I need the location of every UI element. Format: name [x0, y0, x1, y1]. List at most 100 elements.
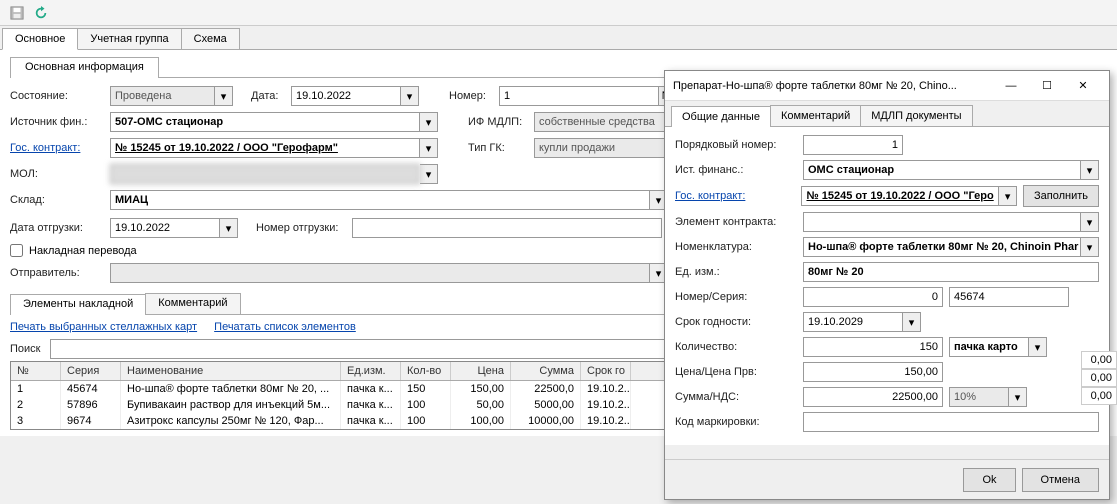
number-input[interactable]: 1 — [499, 86, 659, 106]
peek-cell: 0,00 — [1081, 351, 1117, 369]
nomen-input[interactable]: Но-шпа® форте таблетки 80мг № 20, Chinoi… — [803, 237, 1081, 257]
nomen-dropdown-icon[interactable]: ▾ — [1081, 237, 1099, 257]
minimize-icon[interactable]: — — [993, 74, 1029, 98]
refresh-icon[interactable] — [32, 4, 50, 22]
dialog-title: Препарат-Но-шпа® форте таблетки 80мг № 2… — [673, 80, 993, 92]
state-dropdown-icon[interactable]: ▾ — [215, 86, 233, 106]
shipdate-input[interactable]: 19.10.2022 — [110, 218, 220, 238]
col-series[interactable]: Серия — [61, 362, 121, 380]
cancel-button[interactable]: Отмена — [1022, 468, 1099, 492]
shipno-input[interactable] — [352, 218, 662, 238]
sklad-input[interactable]: МИАЦ — [110, 190, 650, 210]
shipno-label: Номер отгрузки: — [256, 222, 352, 234]
tipgk-label: Тип ГК: — [468, 142, 534, 154]
ser-input[interactable]: 45674 — [949, 287, 1069, 307]
contract-dropdown-icon[interactable]: ▾ — [420, 138, 438, 158]
top-toolbar — [0, 0, 1117, 26]
maximize-icon[interactable]: ☐ — [1029, 74, 1065, 98]
dlg-tab-mdlp[interactable]: МДЛП документы — [860, 105, 972, 126]
qty-unit-dropdown-icon[interactable]: ▾ — [1029, 337, 1047, 357]
numser-label: Номер/Серия: — [675, 291, 803, 303]
expiry-label: Срок годности: — [675, 316, 803, 328]
qty-unit-input[interactable]: пачка карто — [949, 337, 1029, 357]
col-price[interactable]: Цена — [451, 362, 511, 380]
close-icon[interactable]: ✕ — [1065, 74, 1101, 98]
col-no[interactable]: № — [11, 362, 61, 380]
tab-group[interactable]: Учетная группа — [77, 28, 181, 49]
ord-input[interactable]: 1 — [803, 135, 903, 155]
mdlp-label: ИФ МДЛП: — [468, 116, 534, 128]
unit-label: Ед. изм.: — [675, 266, 803, 278]
state-label: Состояние: — [10, 90, 110, 102]
celem-input[interactable] — [803, 212, 1081, 232]
mark-input[interactable] — [803, 412, 1099, 432]
qty-label: Количество: — [675, 341, 803, 353]
unit-input[interactable]: 80мг № 20 — [803, 262, 1099, 282]
ord-label: Порядковый номер: — [675, 139, 803, 151]
transfer-checkbox[interactable] — [10, 244, 23, 257]
expiry-picker-icon[interactable]: ▾ — [903, 312, 921, 332]
peek-cell: 0,00 — [1081, 369, 1117, 387]
fin-label: Источник фин.: — [10, 116, 110, 128]
contract-input[interactable]: № 15245 от 19.10.2022 / ООО "Герофарм" — [110, 138, 420, 158]
nomen-label: Номенклатура: — [675, 241, 803, 253]
dfin-dropdown-icon[interactable]: ▾ — [1081, 160, 1099, 180]
tab-comment[interactable]: Комментарий — [145, 293, 240, 314]
transfer-label: Накладная перевода — [29, 245, 137, 257]
dfin-label: Ист. финанс.: — [675, 164, 803, 176]
ok-button[interactable]: Ok — [963, 468, 1015, 492]
main-tabs: Основное Учетная группа Схема — [0, 26, 1117, 50]
tab-basic[interactable]: Основное — [2, 28, 78, 50]
qty-input[interactable]: 150 — [803, 337, 943, 357]
contract-label-link[interactable]: Гос. контракт: — [10, 142, 110, 154]
col-name[interactable]: Наименование — [121, 362, 341, 380]
shipdate-picker-icon[interactable]: ▾ — [220, 218, 238, 238]
col-qty[interactable]: Кол-во — [401, 362, 451, 380]
mol-label: МОЛ: — [10, 168, 110, 180]
sum-input[interactable]: 22500,00 — [803, 387, 943, 407]
num-input[interactable]: 0 — [803, 287, 943, 307]
fill-button[interactable]: Заполнить — [1023, 185, 1099, 207]
date-label: Дата: — [251, 90, 291, 102]
dlg-tab-comment[interactable]: Комментарий — [770, 105, 861, 126]
item-dialog: Препарат-Но-шпа® форте таблетки 80мг № 2… — [664, 70, 1110, 500]
print-cards-link[interactable]: Печать выбранных стеллажных карт — [10, 321, 197, 333]
expiry-input[interactable]: 19.10.2029 — [803, 312, 903, 332]
fin-input[interactable]: 507-ОМС стационар — [110, 112, 420, 132]
price-label: Цена/Цена Прв: — [675, 366, 803, 378]
sklad-label: Склад: — [10, 194, 110, 206]
save-icon[interactable] — [8, 4, 26, 22]
peek-cell: 0,00 — [1081, 387, 1117, 405]
col-expiry[interactable]: Срок го — [581, 362, 631, 380]
celem-dropdown-icon[interactable]: ▾ — [1081, 212, 1099, 232]
dcontract-label-link[interactable]: Гос. контракт: — [675, 190, 801, 202]
date-input[interactable]: 19.10.2022 — [291, 86, 401, 106]
mol-input[interactable] — [110, 164, 420, 184]
col-sum[interactable]: Сумма — [511, 362, 581, 380]
dfin-input[interactable]: ОМС стационар — [803, 160, 1081, 180]
mark-label: Код маркировки: — [675, 416, 803, 428]
tab-main-info[interactable]: Основная информация — [10, 57, 159, 78]
tab-schema[interactable]: Схема — [181, 28, 240, 49]
print-list-link[interactable]: Печатать список элементов — [214, 321, 356, 333]
sumnds-label: Сумма/НДС: — [675, 391, 803, 403]
right-peek-column: 0,00 0,00 0,00 — [1081, 351, 1117, 405]
number-label: Номер: — [449, 90, 499, 102]
dlg-tab-general[interactable]: Общие данные — [671, 106, 771, 127]
price-input[interactable]: 150,00 — [803, 362, 943, 382]
col-unit[interactable]: Ед.изм. — [341, 362, 401, 380]
mol-dropdown-icon[interactable]: ▾ — [420, 164, 438, 184]
sender-input — [110, 263, 650, 283]
dcontract-dropdown-icon[interactable]: ▾ — [999, 186, 1017, 206]
shipdate-label: Дата отгрузки: — [10, 222, 110, 234]
nds-input[interactable]: 10% — [949, 387, 1009, 407]
date-picker-icon[interactable]: ▾ — [401, 86, 419, 106]
nds-dropdown-icon[interactable]: ▾ — [1009, 387, 1027, 407]
fin-dropdown-icon[interactable]: ▾ — [420, 112, 438, 132]
tab-elements[interactable]: Элементы накладной — [10, 294, 146, 315]
sender-label: Отправитель: — [10, 267, 110, 279]
state-value: Проведена — [110, 86, 215, 106]
celem-label: Элемент контракта: — [675, 216, 803, 228]
dcontract-input[interactable]: № 15245 от 19.10.2022 / ООО "Геро — [801, 186, 999, 206]
search-label: Поиск — [10, 343, 50, 355]
